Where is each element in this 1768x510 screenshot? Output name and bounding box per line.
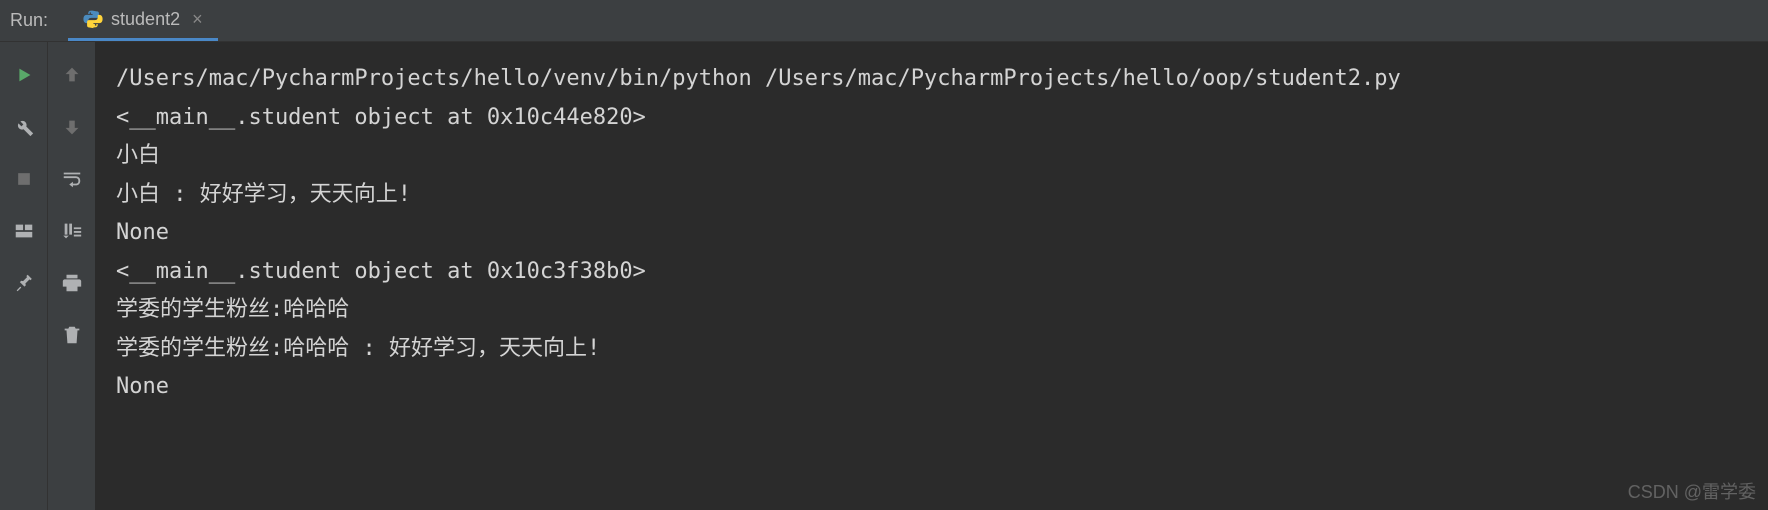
console-output[interactable]: /Users/mac/PycharmProjects/hello/venv/bi… [96, 42, 1768, 510]
run-console-toolbar [48, 42, 96, 510]
console-line: None [116, 214, 1748, 253]
run-panel-body: /Users/mac/PycharmProjects/hello/venv/bi… [0, 42, 1768, 510]
console-line: None [116, 368, 1748, 407]
rerun-button[interactable] [11, 62, 37, 88]
run-tab[interactable]: student2 × [68, 0, 218, 41]
console-line: 小白 : 好好学习，天天向上! [116, 176, 1748, 215]
python-file-icon [83, 9, 103, 29]
layout-icon[interactable] [11, 218, 37, 244]
arrow-down-icon[interactable] [59, 114, 85, 140]
wrench-icon[interactable] [11, 114, 37, 140]
console-line: 学委的学生粉丝:哈哈哈 [116, 291, 1748, 330]
scroll-to-end-icon[interactable] [59, 218, 85, 244]
stop-button[interactable] [11, 166, 37, 192]
console-line: <__main__.student object at 0x10c3f38b0> [116, 253, 1748, 292]
arrow-up-icon[interactable] [59, 62, 85, 88]
run-panel-header: Run: student2 × [0, 0, 1768, 42]
console-line: 小白 [116, 137, 1748, 176]
close-icon[interactable]: × [192, 9, 203, 30]
run-tab-label: student2 [111, 9, 180, 30]
run-label: Run: [10, 10, 48, 31]
run-left-toolbar [0, 42, 48, 510]
watermark-text: CSDN @雷学委 [1628, 478, 1756, 504]
console-line: <__main__.student object at 0x10c44e820> [116, 99, 1748, 138]
print-icon[interactable] [59, 270, 85, 296]
trash-icon[interactable] [59, 322, 85, 348]
pin-icon[interactable] [11, 270, 37, 296]
soft-wrap-icon[interactable] [59, 166, 85, 192]
console-line: /Users/mac/PycharmProjects/hello/venv/bi… [116, 60, 1748, 99]
console-line: 学委的学生粉丝:哈哈哈 : 好好学习，天天向上! [116, 330, 1748, 369]
